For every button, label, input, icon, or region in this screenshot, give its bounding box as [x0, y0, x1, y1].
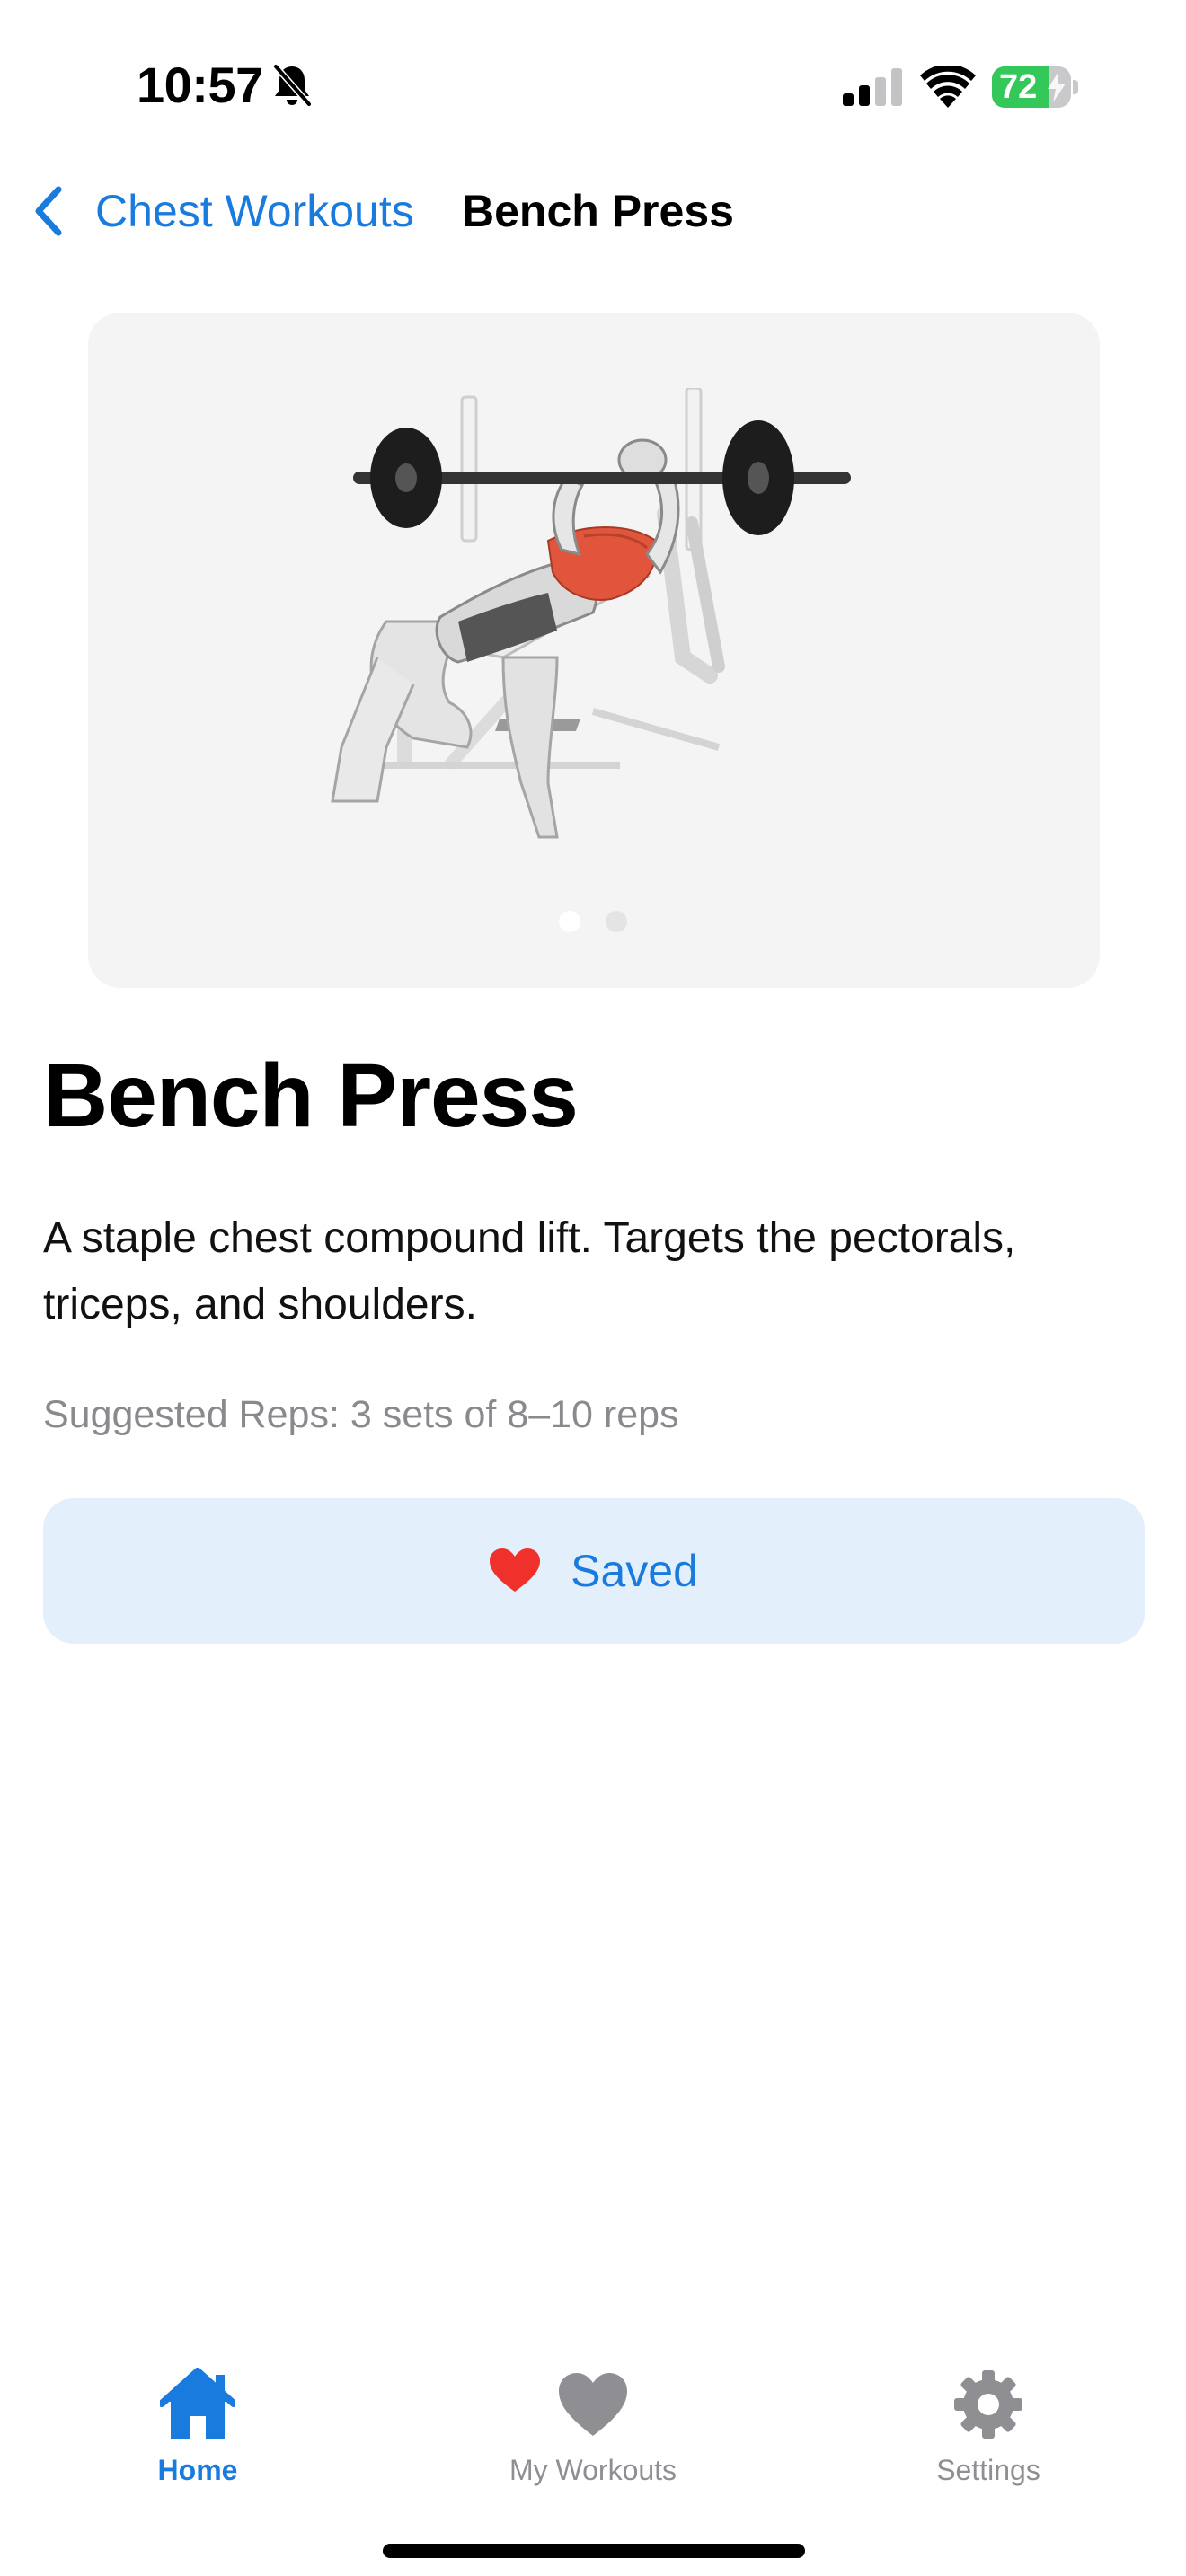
chevron-left-icon: [35, 186, 62, 236]
heart-icon: [559, 2373, 627, 2436]
bell-slash-icon: [273, 64, 312, 107]
exercise-description: A staple chest compound lift. Targets th…: [43, 1214, 1016, 1328]
saved-button-label: Saved: [571, 1546, 698, 1596]
wifi-icon: [920, 66, 976, 108]
tab-my-workouts-label: My Workouts: [509, 2454, 677, 2486]
page-indicator[interactable]: [88, 911, 1100, 934]
back-button[interactable]: Chest Workouts: [31, 180, 414, 243]
suggested-reps: Suggested Reps: 3 sets of 8–10 reps: [43, 1393, 679, 1436]
signal-icon: [843, 68, 902, 106]
saved-button[interactable]: Saved: [43, 1498, 1145, 1644]
back-button-label: Chest Workouts: [95, 186, 414, 236]
exercise-image-carousel[interactable]: [88, 313, 1100, 988]
heart-red-icon: [490, 1548, 541, 1592]
tab-my-workouts[interactable]: My Workouts: [476, 2362, 710, 2497]
bench-press-illustration: [331, 388, 851, 839]
house-icon: [160, 2368, 235, 2439]
gear-icon: [954, 2370, 1022, 2439]
home-indicator[interactable]: [383, 2544, 805, 2558]
page-dot[interactable]: [606, 911, 627, 932]
battery-cap: [1073, 80, 1078, 94]
tab-home-label: Home: [157, 2454, 238, 2486]
battery-indicator: 72: [992, 66, 1078, 108]
page-dot-active[interactable]: [559, 911, 580, 932]
battery-percent: 72: [999, 68, 1038, 106]
tab-home[interactable]: Home: [81, 2362, 314, 2497]
battery-icon: 72: [992, 66, 1071, 108]
exercise-title: Bench Press: [43, 1045, 579, 1146]
status-time: 10:57: [137, 57, 263, 113]
tab-settings[interactable]: Settings: [872, 2362, 1105, 2497]
bolt-icon: [1048, 72, 1066, 102]
tab-settings-label: Settings: [936, 2454, 1040, 2486]
nav-title: Bench Press: [462, 186, 734, 236]
exercise-detail-screen: 10:57 72 Chest Workouts Bench Press Benc…: [0, 0, 1186, 2576]
